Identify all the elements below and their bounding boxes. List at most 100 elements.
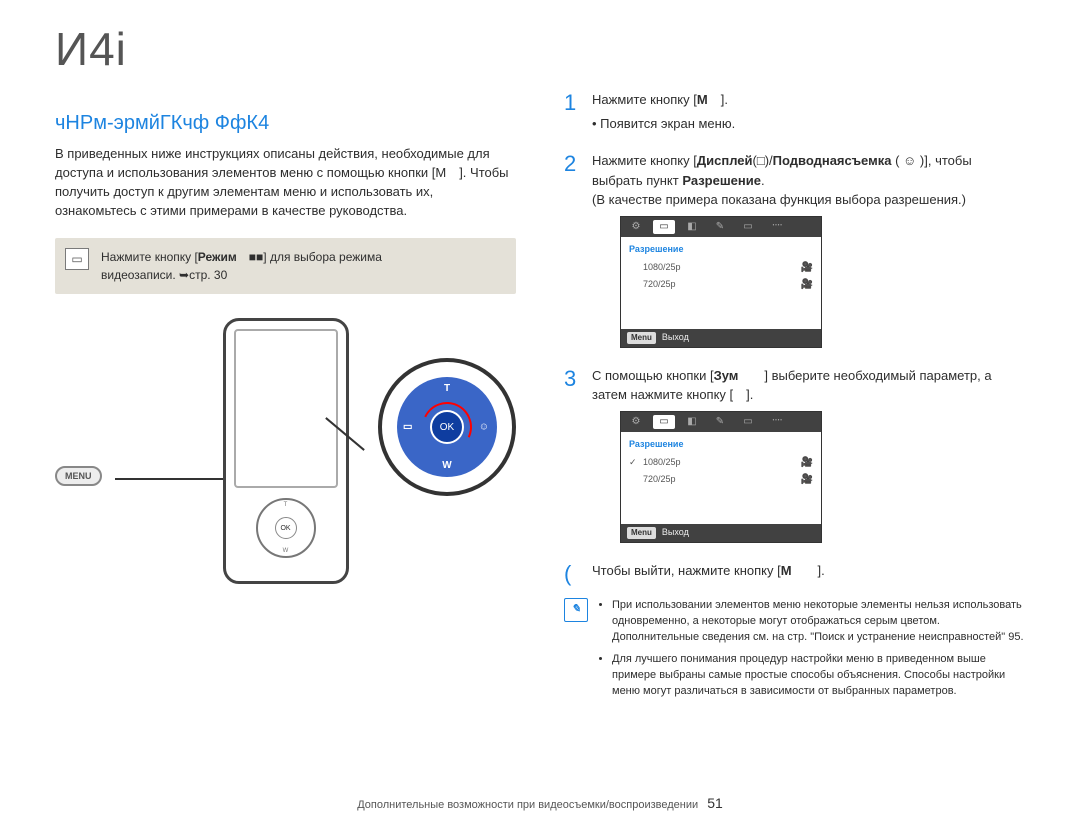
note-text-bold: Режим ■■ [198,250,263,264]
info-box: ✎ При использовании элементов меню некот… [564,598,1025,706]
info-item-1: При использовании элементов меню некотор… [612,598,1025,646]
info-item-2: Для лучшего понимания процедур настройки… [612,652,1025,700]
step-1-bold: M [697,92,721,107]
dial-left-icon: ▭ [403,422,412,433]
row-label: 720/25p [643,278,676,292]
tab-gear-icon: ⚙ [625,220,647,234]
menu-footer: Menu Выход [621,524,821,542]
menu-row: 720/25p 🎥 [629,277,813,292]
menu-screenshot-1: ⚙ ▭ ◧ ✎ ▭ ᠁ Разрешение 1080/25p [620,216,822,348]
note-text-line2: видеозаписи. ➥стр. 30 [101,268,227,282]
note-text-line1b: ] для выбора режима [263,250,382,264]
step-1-bullet: • Появится экран меню. [592,114,1025,134]
tab-icon: ▭ [737,220,759,234]
step-1-text-b: ]. [721,92,728,107]
camera-screen-icon [234,329,338,488]
callout-line [115,478,230,480]
menu-row: 720/25p 🎥 [629,472,813,487]
step-1-text-a: Нажмите кнопку [ [592,92,697,107]
footer-text: Дополнительные возможности при видеосъем… [357,799,698,811]
two-column-layout: чНРм-эрмйГКчф ФфК4 В приведенных ниже ин… [55,90,1025,706]
dial-w-label: W [442,460,451,471]
step-3-bold1: Зум [714,368,765,383]
step-2-a: Нажмите кнопку [ [592,153,697,168]
camera-control-pad: T W OK [256,498,316,558]
note-icon: ▭ [65,248,89,270]
step-1: 1 Нажмите кнопку [M ]. • Появится экран … [564,90,1025,133]
tab-icon: ▭ [737,415,759,429]
manual-page: И4і чНРм-эрмйГКчф ФфК4 В приведенных ниж… [0,0,1080,825]
tab-icon: ✎ [709,220,731,234]
camera-icon: 🎥 [801,260,813,275]
control-dial-callout: T W ▭ ☺ OK [378,358,516,496]
menu-footer-label: Выход [662,331,689,345]
dial-t-label: T [444,383,450,394]
step-4-a: Чтобы выйти, нажмите кнопку [ [592,563,781,578]
device-illustration: MENU T W OK T W ▭ [55,318,516,598]
step-3-a: С помощью кнопки [ [592,368,714,383]
row-label: 720/25p [643,473,676,487]
control-dial-icon: T W ▭ ☺ OK [397,377,497,477]
step-2-parenthetical: (В качестве примера показана функция выб… [592,192,966,207]
menu-body: Разрешение ✓ 1080/25p 🎥 720/25p 🎥 [621,432,821,524]
camera-icon: 🎥 [801,472,813,487]
menu-button-callout: MENU [55,466,102,486]
step-2-bold1: Дисплей [697,153,753,168]
step-number: 2 [564,147,576,180]
tab-video-icon: ▭ [653,415,675,429]
note-text-line1a: Нажмите кнопку [ [101,250,198,264]
ok-button-icon: OK [275,517,297,539]
step-3-bold2 [733,387,746,402]
info-list: При использовании элементов меню некотор… [598,598,1025,706]
step-3: 3 С помощью кнопки [Зум ] выберите необх… [564,366,1025,543]
red-arrow-icon [415,395,479,459]
steps-list: 1 Нажмите кнопку [M ]. • Появится экран … [564,90,1025,580]
right-column: 1 Нажмите кнопку [M ]. • Появится экран … [564,90,1025,706]
tab-video-icon: ▭ [653,220,675,234]
step-4-bold: M [781,563,818,578]
left-column: чНРм-эрмйГКчф ФфК4 В приведенных ниже ин… [55,90,516,706]
page-heading: И4і [55,22,1025,76]
menu-row: ✓ 1080/25p 🎥 [629,455,813,470]
intro-paragraph: В приведенных ниже инструкциях описаны д… [55,145,516,220]
page-number: 51 [701,795,723,811]
menu-footer-tag: Menu [627,527,656,539]
step-3-tail: ]. [746,387,753,402]
camera-icon: 🎥 [801,455,813,470]
menu-body: Разрешение 1080/25p 🎥 720/25p 🎥 [621,237,821,329]
tab-icon: ᠁ [765,415,787,429]
camera-icon: 🎥 [801,277,813,292]
menu-row: 1080/25p 🎥 [629,260,813,275]
step-4: ( Чтобы выйти, нажмите кнопку [M ]. [564,561,1025,581]
menu-screenshot-2: ⚙ ▭ ◧ ✎ ▭ ᠁ Разрешение ✓ 1080/25p [620,411,822,543]
step-bracket: ( [564,557,571,590]
step-4-b: ]. [818,563,825,578]
dial-right-icon: ☺ [479,422,489,433]
menu-tabs: ⚙ ▭ ◧ ✎ ▭ ᠁ [621,217,821,237]
section-subtitle: чНРм-эрмйГКчф ФфК4 [55,112,516,135]
page-footer: Дополнительные возможности при видеосъем… [0,795,1080,811]
step-2-mid: (□)/ [753,153,773,168]
menu-chip-label: MENU [65,471,92,481]
step-2-period: . [761,173,765,188]
tab-icon: ◧ [681,220,703,234]
menu-tabs: ⚙ ▭ ◧ ✎ ▭ ᠁ [621,412,821,432]
step-2-bold3: Разрешение [682,173,761,188]
mode-note-box: ▭ Нажмите кнопку [Режим ■■] для выбора р… [55,238,516,294]
menu-footer-tag: Menu [627,332,656,344]
step-1-bullet-text: Появится экран меню. [600,116,735,131]
step-number: 3 [564,362,576,395]
tab-icon: ◧ [681,415,703,429]
menu-section-label: Разрешение [629,438,813,452]
info-icon: ✎ [564,598,588,622]
row-check-icon: ✓ [629,456,637,470]
row-label: 1080/25p [643,456,681,470]
menu-section-label: Разрешение [629,243,813,257]
tab-gear-icon: ⚙ [625,415,647,429]
menu-footer: Menu Выход [621,329,821,347]
row-label: 1080/25p [643,261,681,275]
camera-body-icon: T W OK [223,318,349,584]
tab-icon: ✎ [709,415,731,429]
menu-footer-label: Выход [662,526,689,540]
tab-icon: ᠁ [765,220,787,234]
